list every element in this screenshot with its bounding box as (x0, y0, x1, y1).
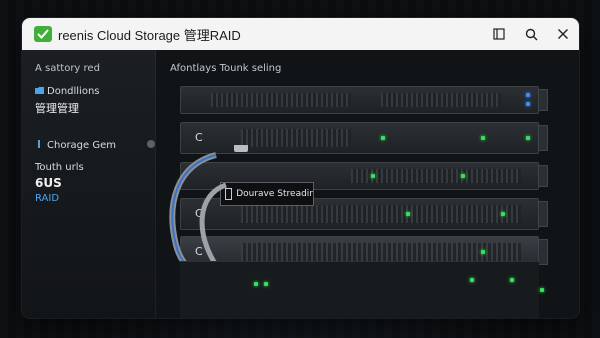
folder-icon (35, 87, 44, 94)
vent-grille (351, 169, 521, 183)
sidebar-item-label: Touth urls (35, 162, 84, 173)
sidebar-item-label: RAID (35, 193, 60, 204)
sidebar-item-count[interactable]: 6US (35, 176, 62, 190)
restore-button[interactable] (483, 18, 515, 50)
rack-ear (538, 165, 548, 187)
vent-grille (211, 93, 351, 107)
status-led (540, 288, 544, 292)
app-logo-icon (34, 26, 52, 42)
status-led (264, 282, 268, 286)
vent-grille (381, 93, 501, 107)
status-led (526, 93, 530, 97)
status-led (406, 212, 410, 216)
app-title: reenis Cloud Storage 管理RAID (58, 27, 241, 43)
rack-ear (538, 201, 548, 227)
status-led (526, 102, 530, 106)
port-label: C (195, 131, 203, 144)
search-icon (525, 28, 537, 40)
server-unit-1[interactable] (180, 86, 548, 114)
vent-grille (241, 205, 521, 223)
main-panel: Afontlays Tounk seling C C C Dourave Str… (156, 50, 579, 318)
vent-grille (241, 243, 521, 261)
sidebar-item-touch[interactable]: Touth urls (35, 162, 84, 173)
status-led (501, 212, 505, 216)
sidebar-item-label: 6US (35, 176, 62, 190)
title-bar: reenis Cloud Storage 管理RAID (22, 18, 579, 51)
status-led (461, 174, 465, 178)
sidebar-item-storage[interactable]: Chorage Gem (35, 140, 116, 151)
window-controls (483, 18, 579, 50)
rack-ear (538, 239, 548, 265)
rack-ear (538, 125, 548, 151)
status-led (481, 250, 485, 254)
search-button[interactable] (515, 18, 547, 50)
close-button[interactable] (547, 18, 579, 50)
sidebar: A sattory red Dondllions 管理管理 Chorage Ge… (22, 50, 156, 318)
sidebar-item-raid[interactable]: RAID (35, 193, 59, 204)
sidebar-scroll-handle[interactable] (147, 140, 155, 148)
rack-ear (538, 89, 548, 111)
sidebar-item-label: Chorage Gem (47, 140, 116, 151)
status-led (371, 174, 375, 178)
close-icon (558, 29, 568, 39)
status-led (526, 136, 530, 140)
status-led (481, 136, 485, 140)
sidebar-item-label: 管理管理 (35, 102, 79, 115)
sidebar-item-conditions[interactable]: Dondllions (35, 86, 100, 97)
app-window: reenis Cloud Storage 管理RAID A sattory re… (22, 18, 579, 318)
status-led (381, 136, 385, 140)
status-led (254, 282, 258, 286)
main-heading: Afontlays Tounk seling (170, 63, 282, 74)
sidebar-item-management[interactable]: 管理管理 (35, 100, 79, 116)
sidebar-item-label: Dondllions (47, 86, 100, 97)
restore-icon (493, 28, 505, 40)
sidebar-heading: A sattory red (35, 63, 100, 74)
bar-icon (38, 140, 40, 148)
bottom-rack-panel (180, 261, 544, 318)
status-led (510, 278, 514, 282)
status-led (470, 278, 474, 282)
